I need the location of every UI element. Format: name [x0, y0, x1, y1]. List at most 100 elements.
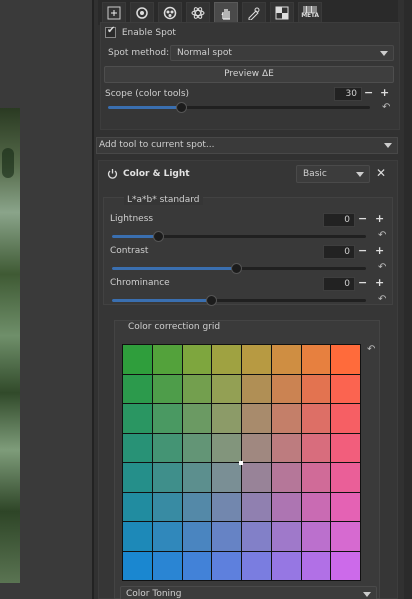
- grid-reset-icon[interactable]: ↶: [367, 344, 375, 355]
- contrast-value-field[interactable]: 0: [323, 245, 355, 259]
- grid-cell[interactable]: [331, 374, 360, 403]
- grid-cell[interactable]: [152, 404, 182, 433]
- grid-cell[interactable]: [242, 374, 271, 403]
- grid-cell[interactable]: [242, 551, 271, 580]
- grid-cell[interactable]: [152, 492, 182, 521]
- grid-cell[interactable]: [301, 433, 331, 462]
- lightness-slider[interactable]: [112, 231, 366, 242]
- grid-cell[interactable]: [152, 433, 182, 462]
- edit-lens-icon[interactable]: [242, 2, 266, 23]
- grid-cell[interactable]: [152, 463, 182, 492]
- grid-cell[interactable]: [212, 433, 241, 462]
- grid-cell[interactable]: [301, 404, 331, 433]
- grid-cell[interactable]: [242, 492, 271, 521]
- grid-cell[interactable]: [271, 551, 301, 580]
- lightness-value-field[interactable]: 0: [323, 213, 355, 227]
- grid-control-point[interactable]: [239, 461, 243, 465]
- chrominance-decrement-button[interactable]: −: [358, 277, 367, 289]
- grid-cell[interactable]: [212, 404, 241, 433]
- grid-cell[interactable]: [152, 345, 182, 374]
- contrast-increment-button[interactable]: +: [375, 245, 384, 257]
- grid-cell[interactable]: [123, 345, 152, 374]
- chrominance-reset-icon[interactable]: ↶: [378, 294, 386, 305]
- lightness-reset-icon[interactable]: ↶: [378, 230, 386, 241]
- panel-scrollbar[interactable]: [404, 0, 412, 599]
- preview-delta-e-button[interactable]: Preview ΔE: [104, 66, 394, 83]
- close-icon[interactable]: ✕: [376, 166, 386, 180]
- grid-cell[interactable]: [182, 404, 212, 433]
- checker-icon[interactable]: [270, 2, 294, 23]
- grid-cell[interactable]: [182, 492, 212, 521]
- grid-cell[interactable]: [123, 463, 152, 492]
- grid-cell[interactable]: [271, 345, 301, 374]
- grid-cell[interactable]: [301, 345, 331, 374]
- grid-cell[interactable]: [331, 551, 360, 580]
- grid-cell[interactable]: [271, 404, 301, 433]
- grid-cell[interactable]: [331, 433, 360, 462]
- color-light-title[interactable]: Color & Light: [123, 169, 190, 179]
- scope-value-field[interactable]: 30: [334, 87, 362, 101]
- grid-cell[interactable]: [123, 433, 152, 462]
- grid-cell[interactable]: [123, 374, 152, 403]
- lightness-slider-handle[interactable]: [153, 231, 164, 242]
- grid-cell[interactable]: [212, 492, 241, 521]
- atom-icon[interactable]: [186, 2, 210, 23]
- grid-cell[interactable]: [182, 463, 212, 492]
- contrast-reset-icon[interactable]: ↶: [378, 262, 386, 273]
- lightness-decrement-button[interactable]: −: [358, 213, 367, 225]
- chrominance-slider-handle[interactable]: [206, 295, 217, 306]
- grid-cell[interactable]: [301, 463, 331, 492]
- grid-cell[interactable]: [271, 522, 301, 551]
- grid-cell[interactable]: [242, 404, 271, 433]
- grid-cell[interactable]: [182, 374, 212, 403]
- grid-cell[interactable]: [331, 404, 360, 433]
- grid-cell[interactable]: [212, 374, 241, 403]
- grid-cell[interactable]: [152, 551, 182, 580]
- grid-cell[interactable]: [212, 345, 241, 374]
- spot-method-select[interactable]: Normal spot: [170, 45, 394, 61]
- grid-cell[interactable]: [301, 374, 331, 403]
- grid-cell[interactable]: [242, 345, 271, 374]
- grid-cell[interactable]: [301, 522, 331, 551]
- contrast-decrement-button[interactable]: −: [358, 245, 367, 257]
- enable-spot-checkbox[interactable]: [105, 25, 116, 38]
- grid-cell[interactable]: [331, 492, 360, 521]
- grid-cell[interactable]: [242, 463, 271, 492]
- scope-slider[interactable]: [108, 102, 370, 113]
- enable-spot-row[interactable]: Enable Spot: [105, 25, 176, 38]
- grid-cell[interactable]: [242, 522, 271, 551]
- grid-cell[interactable]: [152, 374, 182, 403]
- add-tool-select[interactable]: Add tool to current spot...: [96, 137, 398, 154]
- chrominance-increment-button[interactable]: +: [375, 277, 384, 289]
- grid-cell[interactable]: [331, 463, 360, 492]
- grid-cell[interactable]: [123, 551, 152, 580]
- grid-cell[interactable]: [271, 433, 301, 462]
- toning-method-select[interactable]: Color Toning: [120, 586, 377, 599]
- grid-cell[interactable]: [123, 404, 152, 433]
- grid-cell[interactable]: [331, 522, 360, 551]
- scope-reset-icon[interactable]: ↶: [382, 102, 390, 113]
- contrast-slider[interactable]: [112, 263, 366, 274]
- grid-cell[interactable]: [271, 374, 301, 403]
- grid-cell[interactable]: [271, 463, 301, 492]
- grid-cell[interactable]: [123, 522, 152, 551]
- grid-cell[interactable]: [152, 522, 182, 551]
- grid-cell[interactable]: [331, 345, 360, 374]
- chrominance-value-field[interactable]: 0: [323, 277, 355, 291]
- meta-icon[interactable]: META: [298, 2, 322, 23]
- complexity-select[interactable]: Basic: [296, 165, 370, 183]
- grid-cell[interactable]: [182, 433, 212, 462]
- grid-cell[interactable]: [301, 492, 331, 521]
- grid-cell[interactable]: [271, 492, 301, 521]
- scope-increment-button[interactable]: +: [380, 87, 389, 99]
- grid-cell[interactable]: [212, 463, 241, 492]
- grid-cell[interactable]: [212, 522, 241, 551]
- grid-cell[interactable]: [242, 433, 271, 462]
- lightness-increment-button[interactable]: +: [375, 213, 384, 225]
- grid-cell[interactable]: [182, 345, 212, 374]
- circle-tool-icon[interactable]: [130, 2, 154, 23]
- grid-cell[interactable]: [182, 551, 212, 580]
- grid-cell[interactable]: [182, 522, 212, 551]
- contrast-slider-handle[interactable]: [231, 263, 242, 274]
- power-icon[interactable]: [107, 168, 118, 179]
